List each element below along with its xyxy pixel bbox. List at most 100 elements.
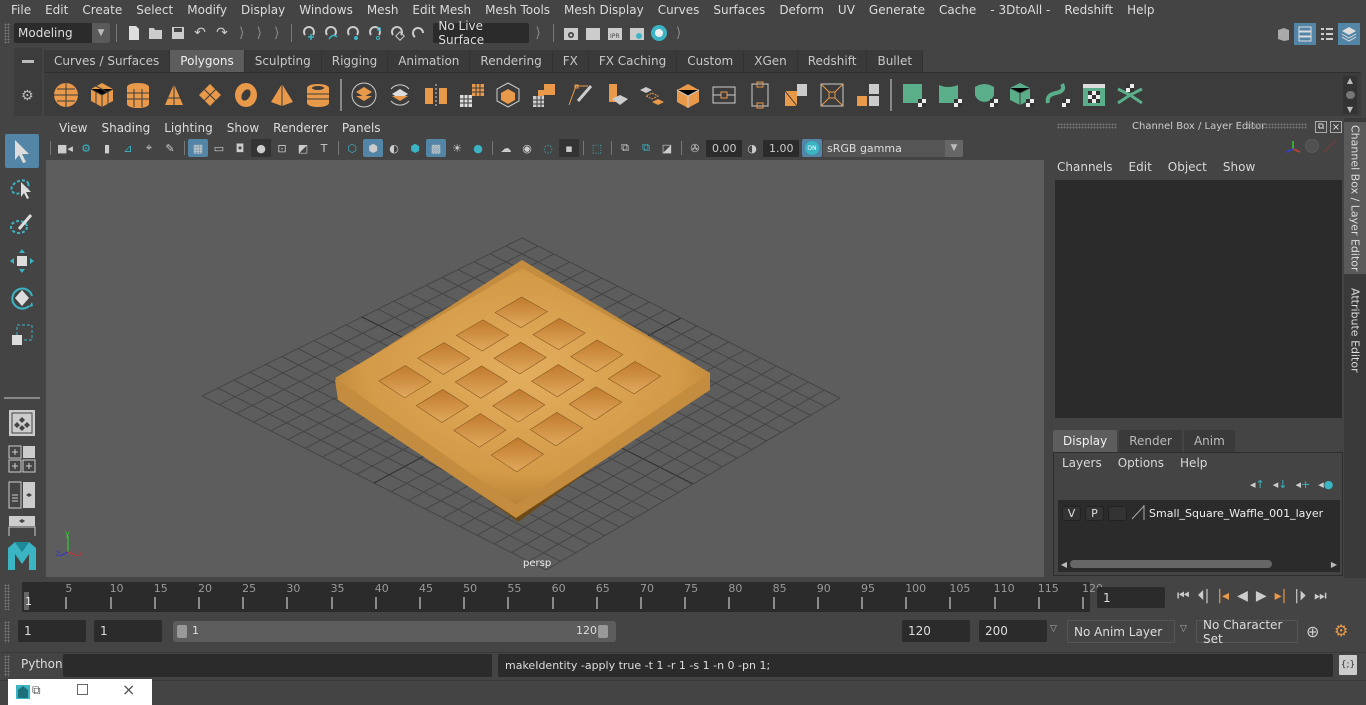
script-language-toggle[interactable]: Python: [21, 657, 63, 671]
play-backwards-icon[interactable]: ◀: [1237, 588, 1248, 604]
poly-sphere-icon[interactable]: [48, 77, 84, 113]
bridge-icon[interactable]: [634, 77, 670, 113]
shelf-tab[interactable]: XGen: [744, 50, 798, 72]
gate-mask-icon[interactable]: ●: [251, 139, 271, 157]
tab-attribute-editor[interactable]: Attribute Editor: [1344, 280, 1366, 380]
status-line-grip[interactable]: [4, 23, 10, 43]
depth-of-field-icon[interactable]: ▪: [559, 139, 579, 157]
redo-icon[interactable]: ↷: [211, 22, 233, 44]
chevron-down-icon[interactable]: ▽: [1050, 624, 1057, 634]
step-back-frame-icon[interactable]: ⏴|: [1198, 588, 1210, 604]
go-to-end-icon[interactable]: ⏭: [1314, 588, 1327, 604]
layer-row[interactable]: V P Small_Square_Waffle_001_layer: [1062, 504, 1323, 523]
viewport-menu-item[interactable]: View: [52, 121, 94, 135]
xray-joints-icon[interactable]: ◪: [657, 139, 677, 157]
bevel-icon[interactable]: [562, 77, 598, 113]
mirror-icon[interactable]: [418, 77, 454, 113]
remesh-icon[interactable]: [526, 77, 562, 113]
move-layer-down-icon[interactable]: ◂↓: [1273, 478, 1288, 491]
xray-active-components-icon[interactable]: ⧉: [636, 139, 656, 157]
multi-cut-icon[interactable]: [742, 77, 778, 113]
open-scene-icon[interactable]: [145, 22, 167, 44]
menu-item[interactable]: Mesh Tools: [478, 3, 557, 17]
collapse-icon[interactable]: ⟩: [676, 25, 681, 41]
shelf-tab[interactable]: Polygons: [170, 50, 245, 72]
menu-item[interactable]: Select: [129, 3, 180, 17]
time-slider[interactable]: 1 5 10 15 20 25 30 35 40 45 50 55 60 65 70 75 80 85 90 95 1…: [22, 582, 1103, 612]
wireframe-on-shaded-icon[interactable]: ⬢: [405, 139, 425, 157]
xray-icon[interactable]: ⧉: [615, 139, 635, 157]
menu-item[interactable]: Curves: [651, 3, 707, 17]
menu-item[interactable]: Mesh Display: [557, 3, 651, 17]
separate-icon[interactable]: [382, 77, 418, 113]
modeling-toolkit-icon[interactable]: [1272, 23, 1294, 45]
menu-item[interactable]: Create: [75, 3, 129, 17]
panel-grip[interactable]: [1057, 123, 1117, 129]
rotate-tool-icon[interactable]: [5, 281, 39, 315]
scale-tool-icon[interactable]: [5, 318, 39, 352]
shelf-menu-icon[interactable]: [22, 60, 34, 63]
menu-item[interactable]: Redshift: [1057, 3, 1120, 17]
step-forward-key-icon[interactable]: ▸|: [1275, 588, 1287, 604]
playback-start-field[interactable]: 1: [94, 620, 162, 642]
move-tool-icon[interactable]: [5, 244, 39, 278]
range-start-handle[interactable]: [177, 625, 187, 638]
tool-settings-toggle-icon[interactable]: [1316, 23, 1338, 45]
menu-item[interactable]: Generate: [862, 3, 932, 17]
target-weld-icon[interactable]: [778, 77, 814, 113]
new-layer-from-selected-icon[interactable]: ◂●: [1318, 478, 1333, 491]
new-empty-layer-icon[interactable]: ◂+: [1296, 478, 1311, 491]
layer-color-swatch[interactable]: [1131, 504, 1145, 523]
snap-to-curve-icon[interactable]: [320, 22, 342, 44]
menu-item[interactable]: Mesh: [360, 3, 406, 17]
snap-to-surface-icon[interactable]: [386, 22, 408, 44]
render-current-frame-icon[interactable]: [582, 22, 604, 44]
menu-item[interactable]: Display: [234, 3, 292, 17]
manipulator-icon[interactable]: [1284, 138, 1302, 159]
menu-item[interactable]: Surfaces: [706, 3, 772, 17]
lasso-tool-icon[interactable]: [5, 171, 39, 205]
field-chart-icon[interactable]: ⊡: [272, 139, 292, 157]
spherical-uv-icon[interactable]: [968, 77, 1004, 113]
render-settings-icon[interactable]: [626, 22, 648, 44]
waffle-model[interactable]: [335, 260, 711, 522]
make-live-icon[interactable]: [408, 22, 430, 44]
chevron-down-icon[interactable]: ▽: [1180, 624, 1187, 634]
menu-item[interactable]: Deform: [772, 3, 831, 17]
2d-pan-zoom-icon[interactable]: ⌖: [139, 139, 159, 157]
channel-box-menu-item[interactable]: Edit: [1129, 160, 1152, 174]
new-scene-icon[interactable]: [123, 22, 145, 44]
persp-graph-layout-icon[interactable]: [5, 514, 39, 536]
poly-plane-icon[interactable]: [192, 77, 228, 113]
layer-playback-toggle[interactable]: P: [1085, 506, 1104, 521]
layer-editor-tab[interactable]: Render: [1119, 430, 1182, 452]
ipr-render-icon[interactable]: IPR: [604, 22, 626, 44]
scroll-left-icon[interactable]: ◀: [1058, 560, 1070, 569]
extrude-icon[interactable]: [598, 77, 634, 113]
collapse-icon[interactable]: ⟩: [239, 25, 244, 41]
anim-layer-dropdown[interactable]: No Anim Layer: [1067, 620, 1175, 643]
screen-space-ao-icon[interactable]: ☁: [496, 139, 516, 157]
save-scene-icon[interactable]: [167, 22, 189, 44]
bookmark-icon[interactable]: ▮: [97, 139, 117, 157]
insert-edge-loop-icon[interactable]: [706, 77, 742, 113]
animation-preferences-icon[interactable]: ⚙: [1334, 621, 1348, 640]
play-forwards-icon[interactable]: ▶: [1256, 588, 1267, 604]
step-back-key-icon[interactable]: |◂: [1217, 588, 1229, 604]
paint-select-tool-icon[interactable]: [5, 207, 39, 241]
menu-item[interactable]: Cache: [932, 3, 983, 17]
attribute-editor-toggle-icon[interactable]: [1294, 23, 1316, 45]
menu-item[interactable]: File: [4, 3, 38, 17]
auto-key-icon[interactable]: ⊕: [1306, 622, 1319, 641]
smooth-shade-icon[interactable]: ⬢: [363, 139, 383, 157]
hyperbolic-icon[interactable]: [1323, 139, 1337, 156]
mode-selector[interactable]: Modeling ▼: [14, 23, 110, 43]
go-to-start-icon[interactable]: ⏮: [1177, 588, 1190, 604]
gear-icon[interactable]: ⚙: [21, 88, 34, 104]
range-grip[interactable]: [4, 621, 10, 643]
shelf-tab[interactable]: FX Caching: [588, 50, 678, 72]
snap-to-view-plane-icon[interactable]: [364, 22, 386, 44]
outliner-persp-layout-icon[interactable]: [5, 478, 39, 512]
poly-cone-icon[interactable]: [156, 77, 192, 113]
fill-hole-icon[interactable]: [670, 77, 706, 113]
